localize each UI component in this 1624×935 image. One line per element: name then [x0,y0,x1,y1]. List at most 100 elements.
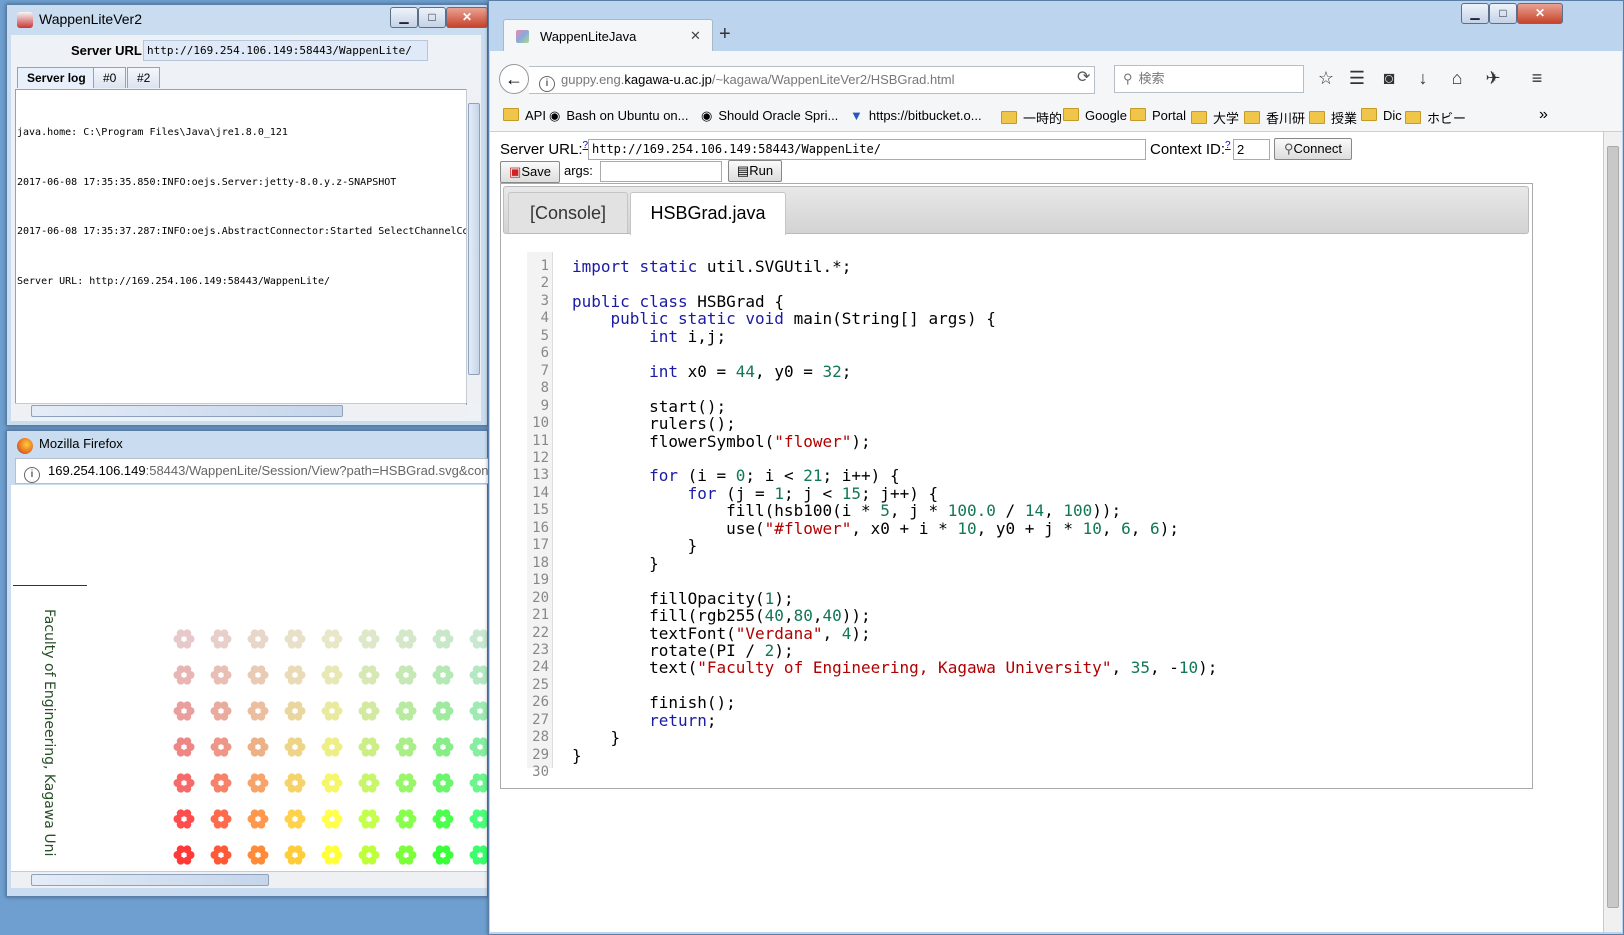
bookmark-folder-temp[interactable]: 一時的 [1001,108,1062,127]
back-button[interactable]: ← [499,64,529,94]
info-icon[interactable]: i [24,467,40,483]
extension-icon[interactable]: ✈ [1481,68,1505,89]
flower-icon [247,845,269,865]
bookmark-oracle[interactable]: ◉ Should Oracle Spri... [701,108,838,124]
log-vertical-scrollbar[interactable] [466,89,481,403]
scroll-thumb[interactable] [468,103,480,375]
menu-icon[interactable]: ≡ [1525,68,1549,89]
maximize-button[interactable]: □ [418,7,446,28]
flower-icon [395,773,417,793]
reload-icon[interactable]: ⟳ [1077,67,1090,87]
flower-icon [284,737,306,757]
flower-icon [173,845,195,865]
url-bar[interactable]: i 169.254.106.149:58443/WappenLite/Sessio… [15,458,493,484]
code-line: text("Faculty of Engineering, Kagawa Uni… [649,658,1218,678]
flower-icon [210,629,232,649]
minimize-button[interactable]: ▁ [1461,3,1489,24]
log-line: 2017-06-08 17:35:35.850:INFO:oejs.Server… [17,176,397,188]
globe-icon: ◉ [701,108,713,123]
tab-0[interactable]: #0 [93,67,127,88]
bookmark-folder-class[interactable]: 授業 [1309,108,1357,127]
plug-icon: ⚲ [1284,141,1294,156]
flower-icon [469,845,487,865]
code-editor[interactable]: import static util.SVGUtil.*; public cla… [572,258,1217,782]
flower-icon [173,737,195,757]
scroll-thumb[interactable] [1607,146,1619,908]
close-button[interactable]: ✕ [446,7,488,28]
bitbucket-icon: ▼ [850,108,863,123]
bookmark-bash[interactable]: ◉ Bash on Ubuntu on... [549,108,689,124]
title-bar: WappenLiteVer2 ▁ □ ✕ [7,5,488,35]
pocket-icon[interactable]: ◙ [1377,68,1401,89]
flower-icon [395,629,417,649]
flower-icon [321,737,343,757]
bookmark-folder-portal[interactable]: Portal [1130,108,1186,123]
run-icon: ▤ [736,163,750,178]
flower-icon [321,701,343,721]
bookmark-folder-dic[interactable]: Dic [1361,108,1402,123]
browser-tab[interactable]: WappenLiteJava ✕ [503,19,713,52]
flower-icon [247,737,269,757]
bookmarks-overflow-button[interactable]: » [1539,106,1548,124]
bookmark-folder-university[interactable]: 大学 [1191,108,1239,127]
minimize-button[interactable]: ▁ [390,7,418,28]
flower-icon [432,845,454,865]
tab-2[interactable]: #2 [127,67,161,88]
server-log-area[interactable]: java.home: C:\Program Files\Java\jre1.8.… [15,89,467,405]
info-icon[interactable]: i [539,76,555,92]
code-line: int i,j; [649,326,727,346]
flower-icon [247,773,269,793]
flower-icon [284,701,306,721]
page-favicon [516,30,529,43]
server-url-input[interactable]: http://169.254.106.149:58443/WappenLite/ [588,139,1146,160]
flower-icon [321,845,343,865]
flower-icon [173,665,195,685]
server-url-label: Server URL: [71,43,147,58]
code-line: int x0 = 44, y0 = 32; [649,361,852,381]
page-vertical-scrollbar[interactable] [1603,132,1622,932]
close-button[interactable]: ✕ [1517,3,1563,24]
bookmark-api[interactable]: API [503,108,546,123]
args-input[interactable] [600,161,722,182]
search-box[interactable]: ⚲ 検索 [1114,65,1304,93]
bookmark-star-icon[interactable]: ☆ [1314,68,1338,89]
bookmark-folder-lab[interactable]: 香川研 [1244,108,1305,127]
tab-hsbgrad-java[interactable]: HSBGrad.java [630,192,786,235]
url-path: /~kagawa/WappenLiteVer2/HSBGrad.html [711,72,955,87]
tab-console[interactable]: [Console] [508,192,628,233]
search-placeholder: 検索 [1138,71,1165,86]
maximize-button[interactable]: □ [1489,3,1517,24]
flower-icon [469,737,487,757]
save-button[interactable]: ▣Save [500,161,560,183]
close-tab-icon[interactable]: ✕ [690,28,701,44]
new-tab-button[interactable]: + [719,23,731,46]
home-icon[interactable]: ⌂ [1445,68,1469,89]
flower-icon [432,773,454,793]
bookmark-folder-hobby[interactable]: ホビー [1405,108,1466,127]
context-id-input[interactable]: 2 [1233,139,1270,160]
firefox-small-window: Mozilla Firefox i 169.254.106.149:58443/W… [6,430,493,897]
help-link[interactable]: ? [1225,140,1231,151]
flower-icon [247,665,269,685]
flower-icon [358,665,380,685]
log-horizontal-scrollbar[interactable] [15,403,466,418]
svg-viewport: Faculty of Engineering, Kagawa Uni [11,485,487,871]
url-bar[interactable]: i guppy.eng.kagawa-u.ac.jp/~kagawa/Wappen… [529,66,1095,94]
download-icon[interactable]: ↓ [1411,68,1435,89]
bookmark-bitbucket[interactable]: ▼ https://bitbucket.o... [850,108,982,123]
run-button[interactable]: ▤Run [728,160,782,182]
code-line: fillOpacity(1); [649,588,794,608]
flower-icon [469,665,487,685]
horizontal-scrollbar[interactable] [11,871,487,888]
reading-list-icon[interactable]: ☰ [1345,68,1369,89]
scroll-thumb[interactable] [31,405,343,417]
tab-server-log[interactable]: Server log [17,67,96,88]
context-id-label: Context ID:? [1150,140,1231,158]
connect-button[interactable]: ⚲Connect [1274,138,1352,160]
scroll-thumb[interactable] [31,874,269,886]
flower-icon [210,845,232,865]
bookmark-folder-google[interactable]: Google [1063,108,1127,123]
flower-icon [321,773,343,793]
server-url-field[interactable]: http://169.254.106.149:58443/WappenLite/ [143,40,428,61]
